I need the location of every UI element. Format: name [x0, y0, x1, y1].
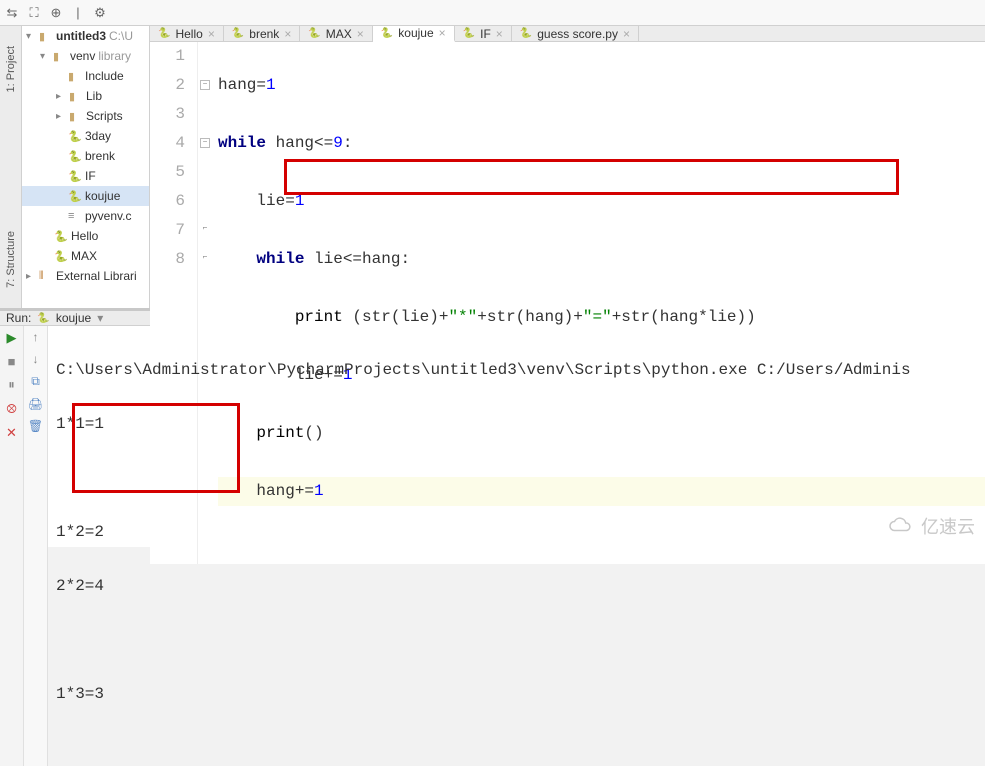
watermark: 亿速云 [887, 513, 975, 539]
close-icon[interactable]: × [623, 27, 630, 41]
fold-icon[interactable]: − [200, 138, 210, 148]
project-tree[interactable]: ▾▮ untitled3 C:\U ▾▮ venv library ▮Inclu… [22, 26, 150, 308]
tab-koujue[interactable]: 🐍 koujue × [373, 26, 455, 42]
tree-suffix: C:\U [109, 29, 133, 43]
toolbar: ⇆ ⛶ ⊕ | ⚙ [0, 0, 985, 26]
project-toolwindow-tab[interactable]: 1: Project [5, 46, 17, 92]
tree-label: Lib [86, 89, 102, 103]
tab-label: koujue [398, 26, 433, 40]
run-label: Run: [6, 311, 31, 325]
close-icon[interactable]: × [357, 27, 364, 41]
tab-label: IF [480, 27, 491, 41]
console-line [56, 627, 977, 654]
chevron-down-icon[interactable]: ▾ [97, 311, 103, 325]
console-line: 1*2=2 [56, 519, 977, 546]
run-toolbar-right: ↑ ↓ ⧉ 🖨 🗑 [24, 326, 48, 766]
close-icon[interactable]: × [284, 27, 291, 41]
tree-suffix: library [98, 49, 131, 63]
tab-if[interactable]: 🐍 IF × [455, 26, 512, 41]
python-icon: 🐍 [158, 28, 170, 39]
close-icon[interactable]: × [208, 27, 215, 41]
python-icon: 🐍 [37, 313, 49, 324]
tree-label: untitled3 [56, 29, 106, 43]
tree-label: MAX [71, 249, 97, 263]
tree-scripts[interactable]: ▸▮Scripts [22, 106, 149, 126]
tab-brenk[interactable]: 🐍 brenk × [224, 26, 301, 41]
run-target: koujue [56, 311, 91, 325]
collapse-icon[interactable]: ⇆ [4, 5, 20, 21]
python-icon: 🐍 [381, 28, 393, 39]
gear-icon[interactable]: ⚙ [92, 5, 108, 21]
divider-icon: | [70, 5, 86, 21]
tab-label: Hello [175, 27, 202, 41]
target-icon[interactable]: ⊕ [48, 5, 64, 21]
tab-guess[interactable]: 🐍 guess score.py × [512, 26, 639, 41]
tab-hello[interactable]: 🐍 Hello × [150, 26, 224, 41]
tree-file-brenk[interactable]: 🐍brenk [22, 146, 149, 166]
fold-end-icon: ⌐ [200, 225, 210, 235]
tree-label: venv [70, 49, 95, 63]
tree-root[interactable]: ▾▮ untitled3 C:\U [22, 26, 149, 46]
close-icon[interactable]: × [439, 26, 446, 40]
pause-icon[interactable]: ⏸ [8, 377, 15, 393]
cloud-icon [887, 516, 917, 536]
console-output[interactable]: C:\Users\Administrator\PycharmProjects\u… [48, 326, 985, 766]
structure-toolwindow-tab[interactable]: 7: Structure [5, 231, 17, 288]
tree-file-hello[interactable]: 🐍Hello [22, 226, 149, 246]
tree-venv[interactable]: ▾▮ venv library [22, 46, 149, 66]
tree-file-pyvenv[interactable]: ≡pyvenv.c [22, 206, 149, 226]
python-icon: 🐍 [520, 28, 532, 39]
tree-include[interactable]: ▮Include [22, 66, 149, 86]
close-icon[interactable]: ✕ [6, 425, 17, 441]
editor-tabs: 🐍 Hello × 🐍 brenk × 🐍 MAX × 🐍 koujue × 🐍 IF × 🐍 gue… [150, 26, 985, 42]
tree-label: koujue [85, 189, 120, 203]
tree-file-if[interactable]: 🐍IF [22, 166, 149, 186]
python-icon: 🐍 [463, 28, 475, 39]
tab-max[interactable]: 🐍 MAX × [300, 26, 372, 41]
watermark-text: 亿速云 [921, 513, 975, 539]
tree-file-koujue[interactable]: 🐍koujue [22, 186, 149, 206]
tree-label: External Librari [56, 269, 137, 283]
run-toolbar-left: ▶ ■ ⏸ ⮾ ✕ [0, 326, 24, 766]
close-icon[interactable]: × [496, 27, 503, 41]
fold-icon[interactable]: − [200, 80, 210, 90]
tree-file-3day[interactable]: 🐍3day [22, 126, 149, 146]
exit-icon[interactable]: ⮾ [6, 401, 16, 417]
down-icon[interactable]: ↓ [33, 352, 39, 366]
wrap-icon[interactable]: ⧉ [31, 374, 40, 389]
console-line: 1*3=3 [56, 681, 977, 708]
up-icon[interactable]: ↑ [33, 330, 39, 344]
tree-label: 3day [85, 129, 111, 143]
tree-label: brenk [85, 149, 115, 163]
fold-end-icon: ⌐ [200, 254, 210, 264]
tree-external[interactable]: ▸⫴External Librari [22, 266, 149, 286]
run-panel: Run: 🐍 koujue ▾ ▶ ■ ⏸ ⮾ ✕ ↑ ↓ ⧉ 🖨 🗑 C:\U… [0, 308, 985, 547]
tab-label: MAX [326, 27, 352, 41]
tree-label: IF [85, 169, 96, 183]
stop-icon[interactable]: ■ [8, 354, 16, 369]
tree-file-max[interactable]: 🐍MAX [22, 246, 149, 266]
console-line: 2*2=4 [56, 573, 977, 600]
run-icon[interactable]: ▶ [7, 330, 17, 346]
python-icon: 🐍 [308, 28, 320, 39]
tree-label: Include [85, 69, 124, 83]
tree-label: Hello [71, 229, 98, 243]
tree-label: pyvenv.c [85, 209, 131, 223]
expand-icon[interactable]: ⛶ [26, 5, 42, 21]
tree-lib[interactable]: ▸▮Lib [22, 86, 149, 106]
python-icon: 🐍 [232, 28, 244, 39]
console-line: C:\Users\Administrator\PycharmProjects\u… [56, 357, 977, 384]
console-line: 1*1=1 [56, 411, 977, 438]
left-tool-strip: 1: Project 7: Structure [0, 26, 22, 308]
tree-label: Scripts [86, 109, 123, 123]
tab-label: guess score.py [537, 27, 618, 41]
tab-label: brenk [249, 27, 279, 41]
trash-icon[interactable]: 🗑 [28, 419, 43, 433]
print-icon[interactable]: 🖨 [28, 397, 43, 411]
console-line [56, 465, 977, 492]
